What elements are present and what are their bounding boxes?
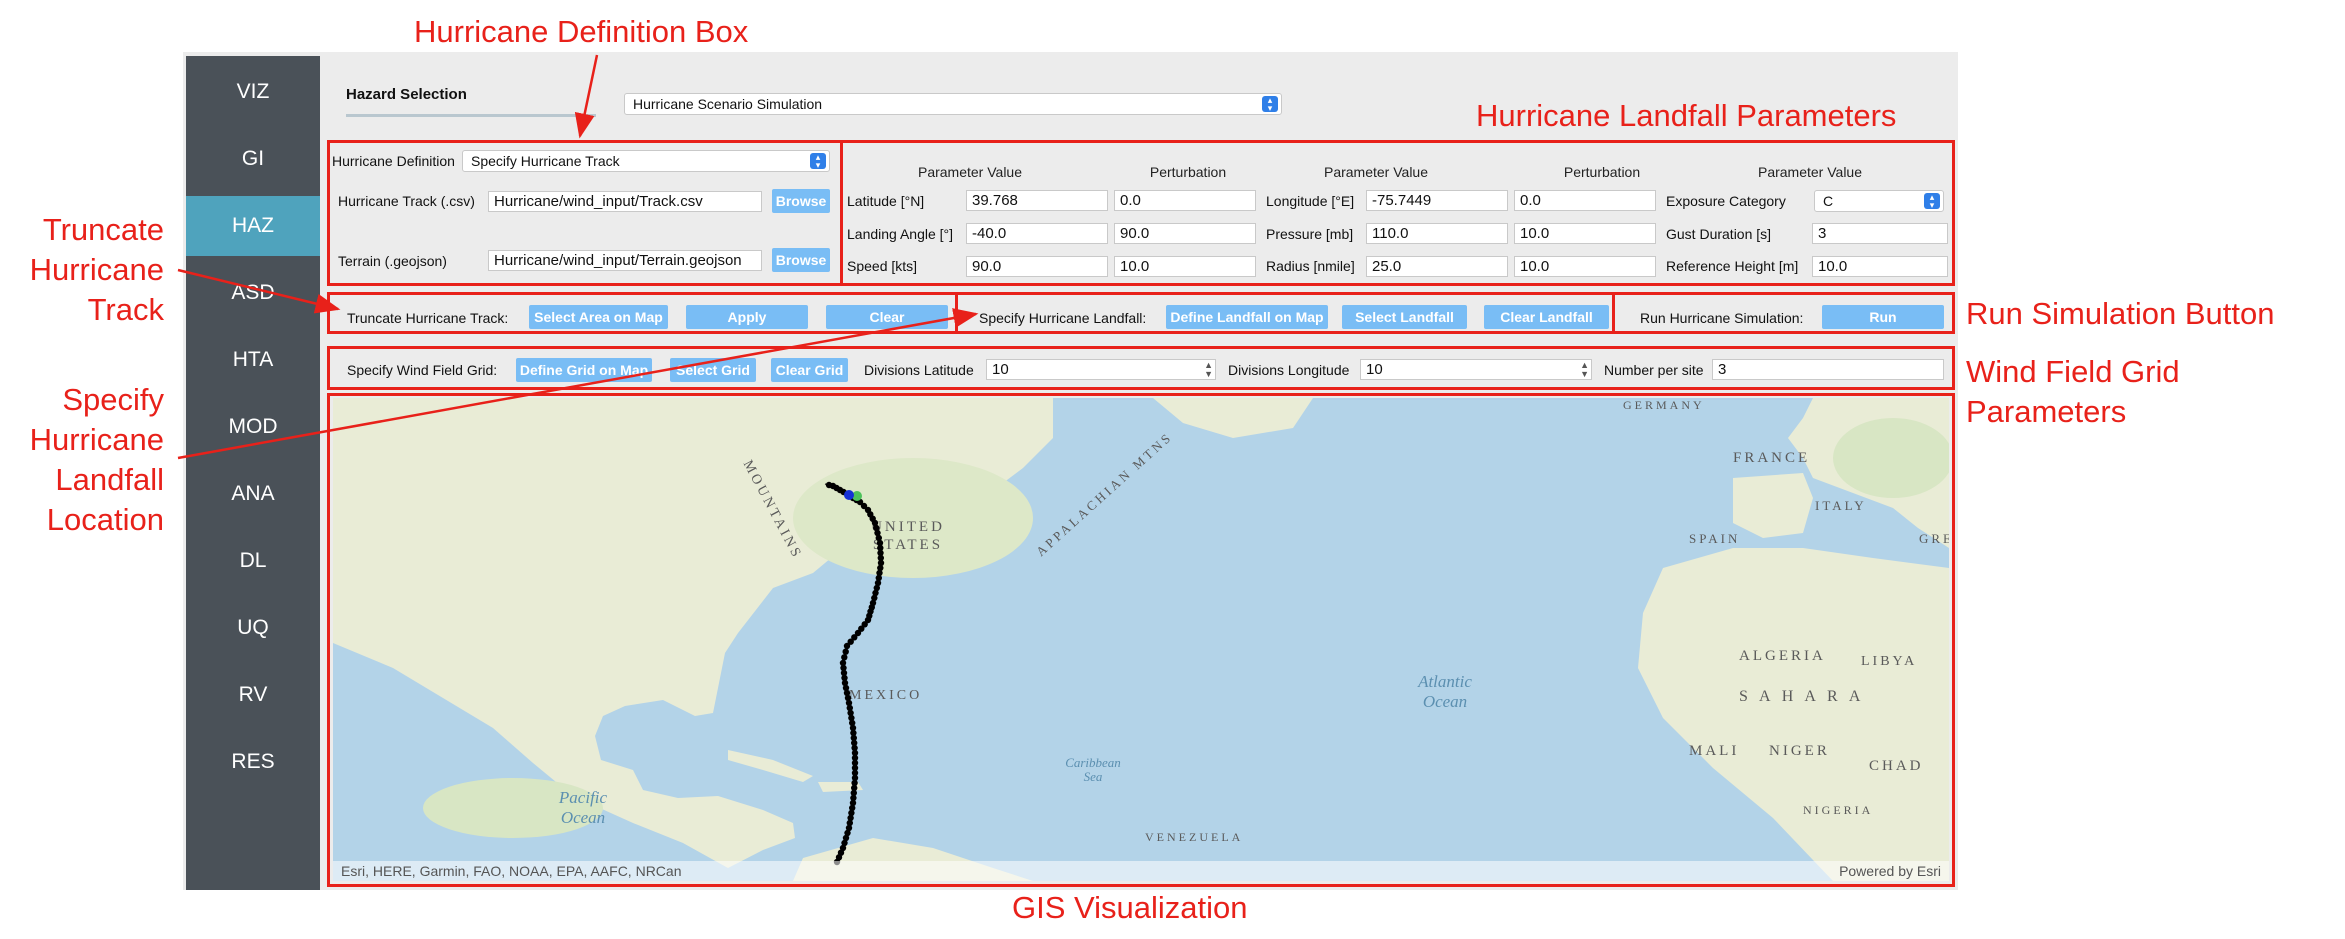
map-outline: [327, 393, 1955, 887]
sidebar: VIZ GI HAZ ASD HTA MOD ANA DL UQ RV RES: [186, 56, 320, 890]
sidebar-item-label: DL: [239, 549, 267, 572]
sidebar-item-mod[interactable]: MOD: [186, 397, 320, 457]
annotation-truncate-line-1: Truncate: [42, 212, 164, 247]
sidebar-item-label: ASD: [231, 281, 275, 304]
sidebar-item-rv[interactable]: RV: [186, 665, 320, 725]
annotation-gis-visualization: GIS Visualization: [1012, 890, 1248, 925]
annotation-landfall-parameters: Hurricane Landfall Parameters: [1476, 98, 1897, 133]
annotation-landfall-line-1: Specify: [62, 382, 164, 417]
annotation-landfall-line-2: Hurricane: [29, 422, 164, 457]
sidebar-item-hta[interactable]: HTA: [186, 330, 320, 390]
sidebar-item-label: HAZ: [232, 214, 274, 237]
sidebar-item-label: RES: [231, 750, 275, 773]
landfall-row-outline: [955, 292, 1615, 334]
annotation-definition-box: Hurricane Definition Box: [414, 14, 749, 49]
sidebar-item-label: RV: [238, 683, 268, 706]
hazard-type-select[interactable]: Hurricane Scenario Simulation ▴ ▾: [624, 93, 1282, 115]
annotation-landfall-line-3: Landfall: [55, 462, 164, 497]
sidebar-item-label: MOD: [228, 415, 278, 438]
annotation-truncate-line-2: Hurricane: [29, 252, 164, 287]
sidebar-item-haz[interactable]: HAZ: [186, 196, 320, 256]
select-arrows-icon: ▴ ▾: [1262, 96, 1278, 113]
hazard-type-value: Hurricane Scenario Simulation: [633, 96, 823, 112]
landfall-params-outline: [840, 140, 1955, 286]
sidebar-item-gi[interactable]: GI: [186, 129, 320, 189]
sidebar-item-dl[interactable]: DL: [186, 531, 320, 591]
annotation-truncate: Truncate Hurricane Track: [16, 210, 164, 330]
truncate-row-outline: [327, 292, 958, 334]
annotation-specify-landfall: Specify Hurricane Landfall Location: [16, 380, 164, 540]
sidebar-item-viz[interactable]: VIZ: [186, 62, 320, 122]
sidebar-item-label: HTA: [232, 348, 274, 371]
annotation-wind-field-grid: Wind Field Grid Parameters: [1966, 352, 2180, 432]
annotation-run-simulation: Run Simulation Button: [1966, 296, 2275, 331]
sidebar-item-label: ANA: [231, 482, 275, 505]
definition-box-outline: [327, 140, 843, 286]
hazard-selection-title: Hazard Selection: [346, 86, 467, 103]
annotation-truncate-line-3: Track: [87, 292, 164, 327]
grid-row-outline: [327, 346, 1955, 390]
annotation-grid-line-1: Wind Field Grid: [1966, 354, 2180, 389]
sidebar-item-label: GI: [241, 147, 265, 170]
sidebar-item-label: UQ: [237, 616, 269, 639]
sidebar-item-res[interactable]: RES: [186, 732, 320, 792]
sidebar-item-ana[interactable]: ANA: [186, 464, 320, 524]
sidebar-item-asd[interactable]: ASD: [186, 263, 320, 323]
annotation-landfall-line-4: Location: [46, 502, 164, 537]
run-row-outline: [1612, 292, 1955, 334]
annotation-grid-line-2: Parameters: [1966, 394, 2127, 429]
sidebar-item-label: VIZ: [236, 80, 270, 103]
sidebar-item-uq[interactable]: UQ: [186, 598, 320, 658]
hazard-title-underline: [346, 114, 596, 117]
